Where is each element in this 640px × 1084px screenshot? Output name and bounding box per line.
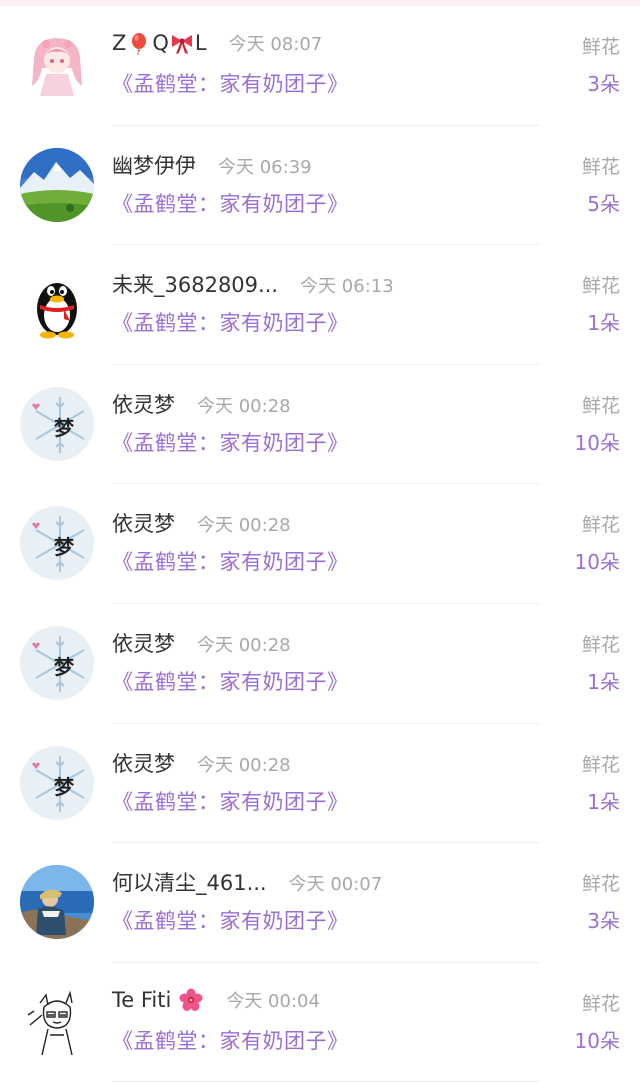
gift-count: 1朵	[587, 789, 620, 814]
svg-text:梦: 梦	[54, 775, 75, 799]
user-name[interactable]: 未来_3682809...	[112, 269, 278, 299]
gift-count: 3朵	[587, 72, 620, 96]
book-title-link[interactable]: 《孟鹤堂：家有奶团子》	[112, 68, 349, 98]
timestamp: 今天 00:04	[226, 990, 320, 1012]
gift-count: 1朵	[587, 311, 620, 336]
list-item[interactable]: 梦 依灵梦 今天 00:28 《孟鹤堂：家有奶团子》 鲜花 1朵	[0, 604, 640, 724]
user-name-part: Z	[112, 31, 127, 55]
svg-text:梦: 梦	[54, 535, 75, 559]
gift-count: 5朵	[587, 191, 620, 216]
book-title-link[interactable]: 《孟鹤堂：家有奶团子》	[112, 786, 349, 816]
user-name[interactable]: Z Q L	[112, 31, 207, 55]
gift-count: 10朵	[574, 430, 620, 455]
user-name[interactable]: Te Fiti	[112, 988, 204, 1012]
sketch-character-avatar[interactable]	[20, 984, 94, 1059]
book-title-link[interactable]: 《孟鹤堂：家有奶团子》	[112, 427, 349, 457]
user-name[interactable]: 依灵梦	[112, 389, 175, 419]
gift-type-label: 鲜花	[581, 633, 620, 656]
book-title-link[interactable]: 《孟鹤堂：家有奶团子》	[112, 666, 349, 696]
timestamp: 今天 08:07	[228, 34, 323, 55]
svg-text:梦: 梦	[54, 655, 75, 679]
user-name-part: Te Fiti	[112, 987, 172, 1012]
list-item[interactable]: Z Q L 今天 08:07 《孟鹤堂：家有奶团子》 鲜花 3朵	[0, 6, 640, 126]
balloon-emoji-icon	[132, 33, 147, 55]
user-name-part: Q	[152, 31, 169, 55]
name-line: 依灵梦 今天 00:28	[112, 748, 291, 778]
gift-type-label: 鲜花	[581, 992, 620, 1015]
hibiscus-emoji-icon	[179, 988, 203, 1011]
svg-text:梦: 梦	[54, 416, 75, 440]
user-name[interactable]: 依灵梦	[112, 628, 175, 658]
snowflake-meng-avatar[interactable]: 梦	[20, 625, 94, 700]
divider	[112, 1081, 540, 1083]
book-title-link[interactable]: 《孟鹤堂：家有奶团子》	[112, 905, 349, 935]
timestamp: 今天 00:07	[288, 874, 383, 896]
gift-count: 1朵	[587, 669, 620, 694]
name-line: 依灵梦 今天 00:28	[112, 628, 291, 658]
gift-type-label: 鲜花	[581, 753, 620, 776]
anime-girl-avatar[interactable]	[20, 28, 94, 102]
snowflake-meng-avatar[interactable]: 梦	[20, 506, 94, 581]
list-item[interactable]: 梦 依灵梦 今天 00:28 《孟鹤堂：家有奶团子》 鲜花 10朵	[0, 484, 640, 604]
gift-count: 3朵	[587, 909, 620, 934]
timestamp: 今天 06:39	[218, 156, 312, 178]
list-item[interactable]: Te Fiti 今天 00:04 《孟鹤堂：家有奶团子》 鲜花 10朵	[0, 963, 640, 1083]
qq-penguin-avatar[interactable]	[20, 267, 94, 342]
timestamp: 今天 00:28	[197, 754, 291, 776]
name-line: 幽梦伊伊 今天 06:39	[112, 150, 312, 180]
list-item[interactable]: 幽梦伊伊 今天 06:39 《孟鹤堂：家有奶团子》 鲜花 5朵	[0, 126, 640, 246]
timestamp: 今天 00:28	[197, 515, 291, 537]
gift-type-label: 鲜花	[581, 394, 620, 417]
gift-type-label: 鲜花	[581, 155, 620, 178]
gift-record-list: Z Q L 今天 08:07 《孟鹤堂：家有奶团子》 鲜花 3朵 幽梦伊伊 今天…	[0, 6, 640, 1083]
mountain-landscape-avatar[interactable]	[20, 147, 94, 222]
timestamp: 今天 00:28	[197, 634, 291, 656]
gift-type-label: 鲜花	[581, 514, 620, 537]
snowflake-meng-avatar[interactable]: 梦	[20, 745, 94, 820]
name-line: 依灵梦 今天 00:28	[112, 508, 291, 538]
book-title-link[interactable]: 《孟鹤堂：家有奶团子》	[112, 307, 349, 337]
user-name-part: L	[194, 31, 207, 55]
name-line: 依灵梦 今天 00:28	[112, 389, 291, 419]
gift-count: 10朵	[574, 550, 620, 575]
gift-type-label: 鲜花	[581, 36, 620, 58]
ribbon-emoji-icon	[171, 35, 192, 54]
book-title-link[interactable]: 《孟鹤堂：家有奶团子》	[112, 188, 349, 218]
timestamp: 今天 00:28	[197, 395, 291, 417]
user-name[interactable]: 幽梦伊伊	[112, 150, 196, 180]
user-name[interactable]: 依灵梦	[112, 748, 175, 778]
gift-type-label: 鲜花	[581, 275, 620, 298]
name-line: 未来_3682809... 今天 06:13	[112, 269, 394, 299]
list-item[interactable]: 梦 依灵梦 今天 00:28 《孟鹤堂：家有奶团子》 鲜花 1朵	[0, 724, 640, 844]
seaside-person-avatar[interactable]	[20, 865, 94, 940]
list-item[interactable]: 何以清尘_461... 今天 00:07 《孟鹤堂：家有奶团子》 鲜花 3朵	[0, 843, 640, 963]
name-line: Te Fiti 今天 00:04	[112, 987, 320, 1013]
name-line: 何以清尘_461... 今天 00:07	[112, 867, 382, 897]
name-line: Z Q L 今天 08:07	[112, 30, 322, 56]
list-item[interactable]: 梦 依灵梦 今天 00:28 《孟鹤堂：家有奶团子》 鲜花 10朵	[0, 365, 640, 485]
timestamp: 今天 06:13	[300, 276, 394, 298]
user-name[interactable]: 何以清尘_461...	[112, 867, 267, 897]
list-item[interactable]: 未来_3682809... 今天 06:13 《孟鹤堂：家有奶团子》 鲜花 1朵	[0, 245, 640, 365]
gift-type-label: 鲜花	[581, 873, 620, 896]
book-title-link[interactable]: 《孟鹤堂：家有奶团子》	[112, 546, 349, 576]
gift-count: 10朵	[574, 1028, 620, 1053]
user-name[interactable]: 依灵梦	[112, 508, 175, 538]
snowflake-meng-avatar[interactable]: 梦	[20, 386, 94, 461]
book-title-link[interactable]: 《孟鹤堂：家有奶团子》	[112, 1025, 349, 1055]
